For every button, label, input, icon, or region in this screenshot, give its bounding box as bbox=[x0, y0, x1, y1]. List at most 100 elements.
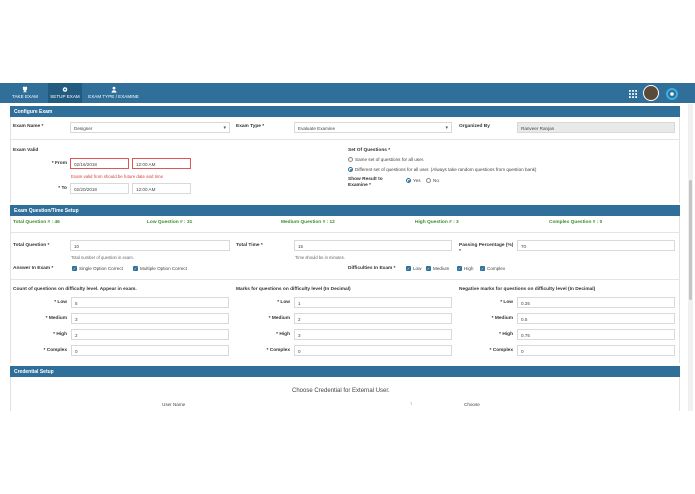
neg-medium-input[interactable]: 0.5 bbox=[517, 313, 675, 324]
marks-complex-label: * Complex bbox=[266, 348, 290, 353]
different-set-text: Different set of questions for all user.… bbox=[355, 167, 537, 172]
medium-question-count: Medium Question # : 12 bbox=[281, 220, 335, 225]
neg-high-label: * High bbox=[499, 332, 513, 337]
difficulty-complex-text: Complex bbox=[487, 266, 506, 271]
count-section-title: Count of questions on difficulty level. … bbox=[13, 287, 137, 292]
high-question-count: High Question # : 3 bbox=[415, 220, 459, 225]
marks-section-title: Marks for questions on difficulty level … bbox=[236, 287, 351, 292]
avatar[interactable] bbox=[643, 85, 659, 101]
exam-name-value: Designer bbox=[74, 125, 93, 131]
multiple-option-checkbox[interactable]: ✓ bbox=[133, 266, 138, 271]
difficulty-medium-text: Medium bbox=[433, 266, 450, 271]
count-low-input[interactable]: 5 bbox=[71, 297, 229, 308]
to-time-input[interactable]: 12:00 AM bbox=[132, 183, 191, 194]
no-text: No bbox=[433, 178, 439, 183]
count-medium-input[interactable]: 3 bbox=[71, 313, 229, 324]
same-set-radio[interactable] bbox=[348, 157, 353, 162]
sort-arrow-icon[interactable]: ↑ bbox=[410, 401, 412, 406]
neg-complex-label: * Complex bbox=[489, 348, 513, 353]
difficulty-low-text: Low bbox=[413, 266, 422, 271]
single-option-checkbox[interactable]: ✓ bbox=[72, 266, 77, 271]
same-set-text: Same set of questions for all user. bbox=[355, 157, 425, 162]
show-result-yes-radio[interactable] bbox=[406, 178, 411, 183]
show-result-label: Show Result to Examine * bbox=[348, 177, 383, 188]
user-name-column-header: User Name bbox=[162, 402, 186, 407]
total-time-hint: Time should be in minutes. bbox=[295, 255, 345, 260]
from-label: * From bbox=[51, 161, 67, 166]
neg-high-input[interactable]: 0.75 bbox=[517, 329, 675, 340]
total-time-label: Total Time * bbox=[236, 243, 263, 248]
marks-medium-input[interactable]: 2 bbox=[294, 313, 452, 324]
exam-name-label: Exam Name * bbox=[13, 124, 44, 129]
marks-high-input[interactable]: 3 bbox=[294, 329, 452, 340]
low-question-count: Low Question # : 31 bbox=[147, 220, 193, 225]
complex-question-count: Complex Question # : 0 bbox=[549, 220, 603, 225]
marks-medium-label: * Medium bbox=[268, 316, 290, 321]
trophy-icon bbox=[22, 86, 28, 93]
passing-percentage-label: Passing Percentage (%) * bbox=[459, 243, 514, 254]
scrollbar-thumb[interactable] bbox=[689, 180, 692, 300]
difficulty-high-checkbox[interactable]: ✓ bbox=[457, 266, 462, 271]
count-low-label: * Low bbox=[54, 300, 67, 305]
set-of-questions-label: Set Of Questions * bbox=[348, 148, 391, 153]
tab-label: TAKE EXAM bbox=[12, 94, 38, 99]
difficulty-complex-checkbox[interactable]: ✓ bbox=[480, 266, 485, 271]
marks-low-input[interactable]: 1 bbox=[294, 297, 452, 308]
yes-text: Yes bbox=[413, 178, 421, 183]
count-complex-input[interactable]: 0 bbox=[71, 345, 229, 356]
difficulty-low-checkbox[interactable]: ✓ bbox=[406, 266, 411, 271]
divider bbox=[10, 232, 680, 233]
total-question-label: Total Question * bbox=[13, 243, 50, 248]
tab-take-exam[interactable]: TAKE EXAM bbox=[8, 83, 42, 103]
exam-type-select[interactable]: Evaluate Examine ▾ bbox=[294, 122, 452, 133]
count-complex-label: * Complex bbox=[43, 348, 67, 353]
single-option-text: Single Option Correct bbox=[79, 266, 123, 271]
organized-by-label: Organized By bbox=[459, 124, 490, 129]
gear-icon bbox=[62, 87, 68, 92]
negative-marks-section-title: Negative marks for questions on difficul… bbox=[459, 287, 596, 292]
logo-icon bbox=[666, 88, 678, 100]
count-high-input[interactable]: 2 bbox=[71, 329, 229, 340]
neg-complex-input[interactable]: 0 bbox=[517, 345, 675, 356]
answer-in-exam-label: Answer In Exam * bbox=[13, 266, 54, 271]
marks-high-label: * High bbox=[276, 332, 290, 337]
to-date-input[interactable]: 02/20/2018 bbox=[70, 183, 129, 194]
chevron-down-icon: ▾ bbox=[445, 125, 448, 131]
neg-medium-label: * Medium bbox=[491, 316, 513, 321]
credential-setup-header: Credential Setup bbox=[10, 366, 680, 377]
apps-grid-icon[interactable] bbox=[629, 90, 637, 98]
question-time-header: Exam Question/Time Setup bbox=[10, 205, 680, 216]
configure-exam-header: Configure Exam bbox=[10, 106, 680, 117]
difficulty-medium-checkbox[interactable]: ✓ bbox=[426, 266, 431, 271]
to-label: * To bbox=[58, 186, 67, 191]
neg-low-input[interactable]: 0.25 bbox=[517, 297, 675, 308]
exam-name-select[interactable]: Designer ▾ bbox=[70, 122, 230, 133]
choose-column-header: Choose bbox=[464, 402, 480, 407]
marks-complex-input[interactable]: 0 bbox=[294, 345, 452, 356]
count-medium-label: * Medium bbox=[45, 316, 67, 321]
from-date-input[interactable]: 02/16/2018 bbox=[70, 158, 129, 169]
from-time-input[interactable]: 12:00 AM bbox=[132, 158, 191, 169]
difficulty-high-text: High bbox=[464, 266, 474, 271]
passing-percentage-input[interactable]: 70 bbox=[517, 240, 675, 251]
total-question-input[interactable]: 10 bbox=[70, 240, 230, 251]
tab-exam-type[interactable]: EXAM TYPE / EXAMINE bbox=[86, 83, 141, 103]
difficulties-label: Difficulties In Exam * bbox=[348, 266, 396, 271]
tab-label: SETUP EXAM bbox=[50, 94, 80, 99]
total-question-count: Total Question # : 46 bbox=[13, 220, 60, 225]
show-result-no-radio[interactable] bbox=[426, 178, 431, 183]
from-error-text: Exam valid from should be future date an… bbox=[71, 174, 164, 179]
user-icon bbox=[111, 86, 116, 93]
organized-by-field: Ranveer Ranjan bbox=[517, 122, 675, 133]
neg-low-label: * Low bbox=[500, 300, 513, 305]
exam-type-value: Evaluate Examine bbox=[298, 125, 336, 131]
count-high-label: * High bbox=[53, 332, 67, 337]
credential-setup-panel bbox=[10, 377, 680, 411]
tab-setup-exam[interactable]: SETUP EXAM bbox=[48, 83, 82, 103]
top-nav-bar: TAKE EXAM SETUP EXAM EXAM TYPE / EXAMINE bbox=[0, 83, 695, 103]
different-set-radio[interactable] bbox=[348, 167, 353, 172]
chevron-down-icon: ▾ bbox=[223, 125, 226, 131]
total-question-hint: Total number of question in exam. bbox=[71, 255, 134, 260]
total-time-input[interactable]: 15 bbox=[294, 240, 452, 251]
exam-valid-label: Exam Valid bbox=[13, 148, 39, 153]
